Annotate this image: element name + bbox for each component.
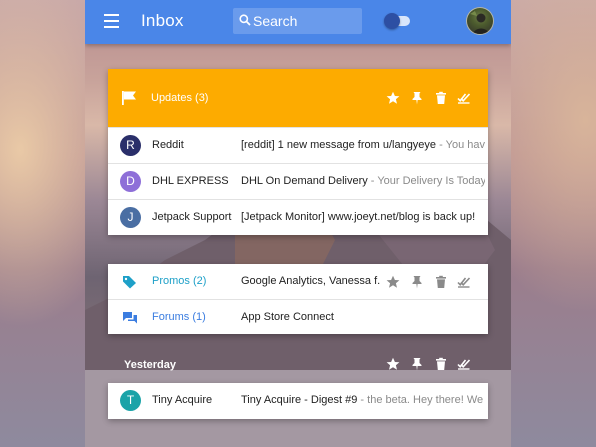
section-header-yesterday: Yesterday bbox=[108, 350, 488, 378]
list-item[interactable]: R Reddit [reddit] 1 new message from u/l… bbox=[108, 127, 488, 163]
list-item[interactable]: J Jetpack Support [Jetpack Monitor] www.… bbox=[108, 199, 488, 235]
search-box[interactable] bbox=[233, 8, 362, 34]
sender-avatar: R bbox=[120, 135, 141, 156]
message-preview: Tiny Acquire - Digest #9 - the beta. Hey… bbox=[241, 394, 485, 406]
message-subject: [reddit] 1 new message from u/langyeye bbox=[241, 139, 437, 151]
list-item[interactable]: T Tiny Acquire Tiny Acquire - Digest #9 … bbox=[108, 383, 488, 419]
forum-icon bbox=[123, 312, 137, 324]
message-snippet: - Your Delivery Is Today bbox=[367, 175, 485, 187]
flag-icon bbox=[122, 91, 136, 105]
star-icon[interactable] bbox=[386, 91, 400, 105]
app-bar: Inbox bbox=[85, 0, 511, 44]
list-item[interactable]: D DHL EXPRESS DHL On Demand Delivery - Y… bbox=[108, 163, 488, 199]
done-all-icon[interactable] bbox=[457, 357, 471, 371]
bundles-card: Promos (2) Google Analytics, Vanessa f..… bbox=[108, 264, 488, 334]
done-all-icon[interactable] bbox=[457, 91, 471, 105]
message-subject: [Jetpack Monitor] www.joeyt.net/blog is … bbox=[241, 211, 476, 223]
message-preview: DHL On Demand Delivery - Your Delivery I… bbox=[241, 175, 485, 187]
pin-icon[interactable] bbox=[410, 357, 424, 371]
avatar[interactable] bbox=[466, 7, 494, 35]
star-icon[interactable] bbox=[386, 275, 400, 289]
message-snippet: - the beta. Hey there! We bbox=[357, 394, 484, 406]
bundle-promos[interactable]: Promos (2) Google Analytics, Vanessa f..… bbox=[108, 264, 488, 299]
menu-icon[interactable] bbox=[104, 14, 119, 28]
bundle-actions bbox=[386, 69, 481, 127]
sender-avatar: D bbox=[120, 171, 141, 192]
sender-name: Reddit bbox=[152, 139, 184, 151]
sender-avatar: J bbox=[120, 207, 141, 228]
section-label: Yesterday bbox=[124, 359, 176, 371]
pin-icon[interactable] bbox=[410, 275, 424, 289]
message-subject: Tiny Acquire - Digest #9 bbox=[241, 394, 358, 406]
message-subject: App Store Connect bbox=[241, 311, 334, 323]
bundle-label: Promos (2) bbox=[152, 275, 207, 287]
trash-icon[interactable] bbox=[434, 91, 448, 105]
updates-bundle-card: Updates (3) R Reddit [reddit] 1 new mess… bbox=[108, 69, 488, 235]
trash-icon[interactable] bbox=[434, 275, 448, 289]
search-input[interactable] bbox=[253, 8, 358, 34]
search-icon bbox=[239, 14, 251, 26]
bundle-forums[interactable]: Forums (1) App Store Connect bbox=[108, 299, 488, 334]
pin-toggle[interactable] bbox=[384, 13, 412, 29]
done-all-icon[interactable] bbox=[457, 275, 471, 289]
toggle-knob bbox=[384, 13, 400, 29]
section-actions bbox=[386, 350, 481, 378]
sender-name: Tiny Acquire bbox=[152, 394, 213, 406]
updates-bundle-header[interactable]: Updates (3) bbox=[108, 69, 488, 127]
trash-icon[interactable] bbox=[434, 357, 448, 371]
pin-icon[interactable] bbox=[410, 91, 424, 105]
avatar-photo bbox=[470, 11, 490, 34]
tag-icon bbox=[123, 276, 136, 289]
message-preview: Google Analytics, Vanessa f... bbox=[241, 275, 381, 287]
bundle-label: Forums (1) bbox=[152, 311, 206, 323]
star-icon[interactable] bbox=[386, 357, 400, 371]
sender-name: DHL EXPRESS bbox=[152, 175, 229, 187]
message-preview: App Store Connect bbox=[241, 311, 485, 323]
inbox-app: Inbox Updates (3) bbox=[85, 0, 511, 447]
sender-avatar: T bbox=[120, 390, 141, 411]
yesterday-card: T Tiny Acquire Tiny Acquire - Digest #9 … bbox=[108, 383, 488, 419]
sender-name: Jetpack Support bbox=[152, 211, 232, 223]
message-snippet: - You hav bbox=[436, 139, 485, 151]
message-subject: Google Analytics, Vanessa f... bbox=[241, 275, 381, 287]
page-title: Inbox bbox=[141, 11, 184, 30]
message-preview: [Jetpack Monitor] www.joeyt.net/blog is … bbox=[241, 211, 485, 223]
bundle-actions bbox=[386, 264, 481, 299]
bundle-label: Updates (3) bbox=[151, 92, 209, 104]
message-subject: DHL On Demand Delivery bbox=[241, 175, 368, 187]
message-preview: [reddit] 1 new message from u/langyeye -… bbox=[241, 139, 485, 151]
